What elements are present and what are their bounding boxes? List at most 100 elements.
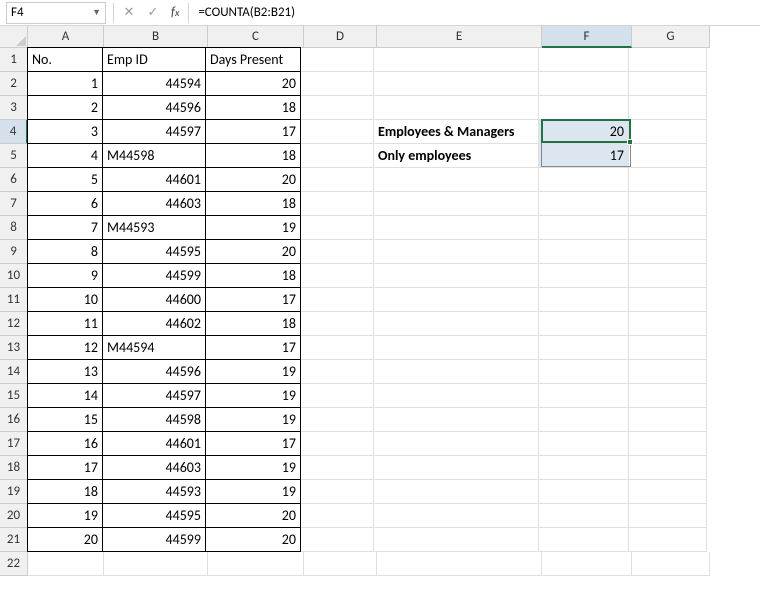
row-header-19[interactable]: 19 (0, 480, 28, 504)
row-header-16[interactable]: 16 (0, 408, 28, 432)
cell-E20[interactable] (374, 504, 539, 528)
cell-G3[interactable] (629, 96, 707, 120)
cell-G12[interactable] (629, 312, 707, 336)
cell-G9[interactable] (629, 240, 707, 264)
cell-D9[interactable] (301, 240, 374, 264)
col-header-F[interactable]: F (542, 26, 632, 48)
cell-B1[interactable]: Emp ID (102, 47, 206, 72)
cell-G18[interactable] (629, 456, 707, 480)
cell-E14[interactable] (374, 360, 539, 384)
cell-C8[interactable]: 19 (205, 215, 301, 240)
col-header-D[interactable]: D (304, 26, 377, 48)
row-header-20[interactable]: 20 (0, 504, 28, 528)
cell-D16[interactable] (301, 408, 374, 432)
cell-B9[interactable]: 44595 (102, 239, 206, 264)
cell-E3[interactable] (374, 96, 539, 120)
cell-A6[interactable]: 5 (27, 167, 103, 192)
cell-E8[interactable] (374, 216, 539, 240)
cell-C5[interactable]: 18 (205, 143, 301, 168)
cell-E5[interactable]: Only employees (374, 144, 539, 168)
cell-D5[interactable] (301, 144, 374, 168)
cell-F9[interactable] (539, 240, 629, 264)
cell-E21[interactable] (374, 528, 539, 552)
cell-F13[interactable] (539, 336, 629, 360)
col-header-A[interactable]: A (28, 26, 104, 48)
col-header-G[interactable]: G (632, 26, 710, 48)
cell-F15[interactable] (539, 384, 629, 408)
cell-A18[interactable]: 17 (27, 455, 103, 480)
cell-D2[interactable] (301, 72, 374, 96)
cell-G21[interactable] (629, 528, 707, 552)
cell-D18[interactable] (301, 456, 374, 480)
row-header-1[interactable]: 1 (0, 48, 28, 72)
cell-B13[interactable]: M44594 (102, 335, 206, 360)
cell-B2[interactable]: 44594 (102, 71, 206, 96)
cell-G5[interactable] (629, 144, 707, 168)
cell-G16[interactable] (629, 408, 707, 432)
row-header-15[interactable]: 15 (0, 384, 28, 408)
cell-G15[interactable] (629, 384, 707, 408)
cell-G22[interactable] (632, 552, 710, 576)
cell-D11[interactable] (301, 288, 374, 312)
select-all-corner[interactable] (0, 26, 28, 48)
cell-B10[interactable]: 44599 (102, 263, 206, 288)
cell-F4[interactable]: 20 (539, 120, 629, 144)
cell-F16[interactable] (539, 408, 629, 432)
cell-C20[interactable]: 20 (205, 503, 301, 528)
cell-D7[interactable] (301, 192, 374, 216)
cell-A12[interactable]: 11 (27, 311, 103, 336)
cell-C6[interactable]: 20 (205, 167, 301, 192)
cell-E9[interactable] (374, 240, 539, 264)
cell-C9[interactable]: 20 (205, 239, 301, 264)
row-header-2[interactable]: 2 (0, 72, 28, 96)
row-header-5[interactable]: 5 (0, 144, 28, 168)
cell-D17[interactable] (301, 432, 374, 456)
cell-F18[interactable] (539, 456, 629, 480)
cell-A7[interactable]: 6 (27, 191, 103, 216)
cell-E10[interactable] (374, 264, 539, 288)
cell-A14[interactable]: 13 (27, 359, 103, 384)
cell-A5[interactable]: 4 (27, 143, 103, 168)
cell-E4[interactable]: Employees & Managers (374, 120, 539, 144)
cell-G17[interactable] (629, 432, 707, 456)
cell-C14[interactable]: 19 (205, 359, 301, 384)
cell-B17[interactable]: 44601 (102, 431, 206, 456)
cell-G4[interactable] (629, 120, 707, 144)
cell-grid[interactable]: No.Emp IDDays Present1445942024459618344… (28, 48, 710, 576)
cell-A21[interactable]: 20 (27, 527, 103, 552)
cell-B16[interactable]: 44598 (102, 407, 206, 432)
cell-A3[interactable]: 2 (27, 95, 103, 120)
name-box-dropdown-icon[interactable]: ▼ (92, 7, 101, 18)
cell-C12[interactable]: 18 (205, 311, 301, 336)
cell-A9[interactable]: 8 (27, 239, 103, 264)
cell-C16[interactable]: 19 (205, 407, 301, 432)
formula-input[interactable]: =COUNTA(B2:B21) (192, 5, 760, 20)
cell-C4[interactable]: 17 (205, 119, 301, 144)
cell-B22[interactable] (104, 552, 208, 576)
cell-C19[interactable]: 19 (205, 479, 301, 504)
cell-D10[interactable] (301, 264, 374, 288)
cell-G19[interactable] (629, 480, 707, 504)
cell-E1[interactable] (374, 48, 539, 72)
cell-G8[interactable] (629, 216, 707, 240)
cell-C7[interactable]: 18 (205, 191, 301, 216)
cell-B20[interactable]: 44595 (102, 503, 206, 528)
col-header-C[interactable]: C (208, 26, 304, 48)
cell-G11[interactable] (629, 288, 707, 312)
row-header-21[interactable]: 21 (0, 528, 28, 552)
cell-A10[interactable]: 9 (27, 263, 103, 288)
cell-A8[interactable]: 7 (27, 215, 103, 240)
cell-A16[interactable]: 15 (27, 407, 103, 432)
cell-D19[interactable] (301, 480, 374, 504)
cell-C13[interactable]: 17 (205, 335, 301, 360)
cell-A11[interactable]: 10 (27, 287, 103, 312)
cell-D20[interactable] (301, 504, 374, 528)
row-header-11[interactable]: 11 (0, 288, 28, 312)
cell-F7[interactable] (539, 192, 629, 216)
cell-A19[interactable]: 18 (27, 479, 103, 504)
cell-A17[interactable]: 16 (27, 431, 103, 456)
cell-B7[interactable]: 44603 (102, 191, 206, 216)
cell-E6[interactable] (374, 168, 539, 192)
cell-C17[interactable]: 17 (205, 431, 301, 456)
row-header-14[interactable]: 14 (0, 360, 28, 384)
